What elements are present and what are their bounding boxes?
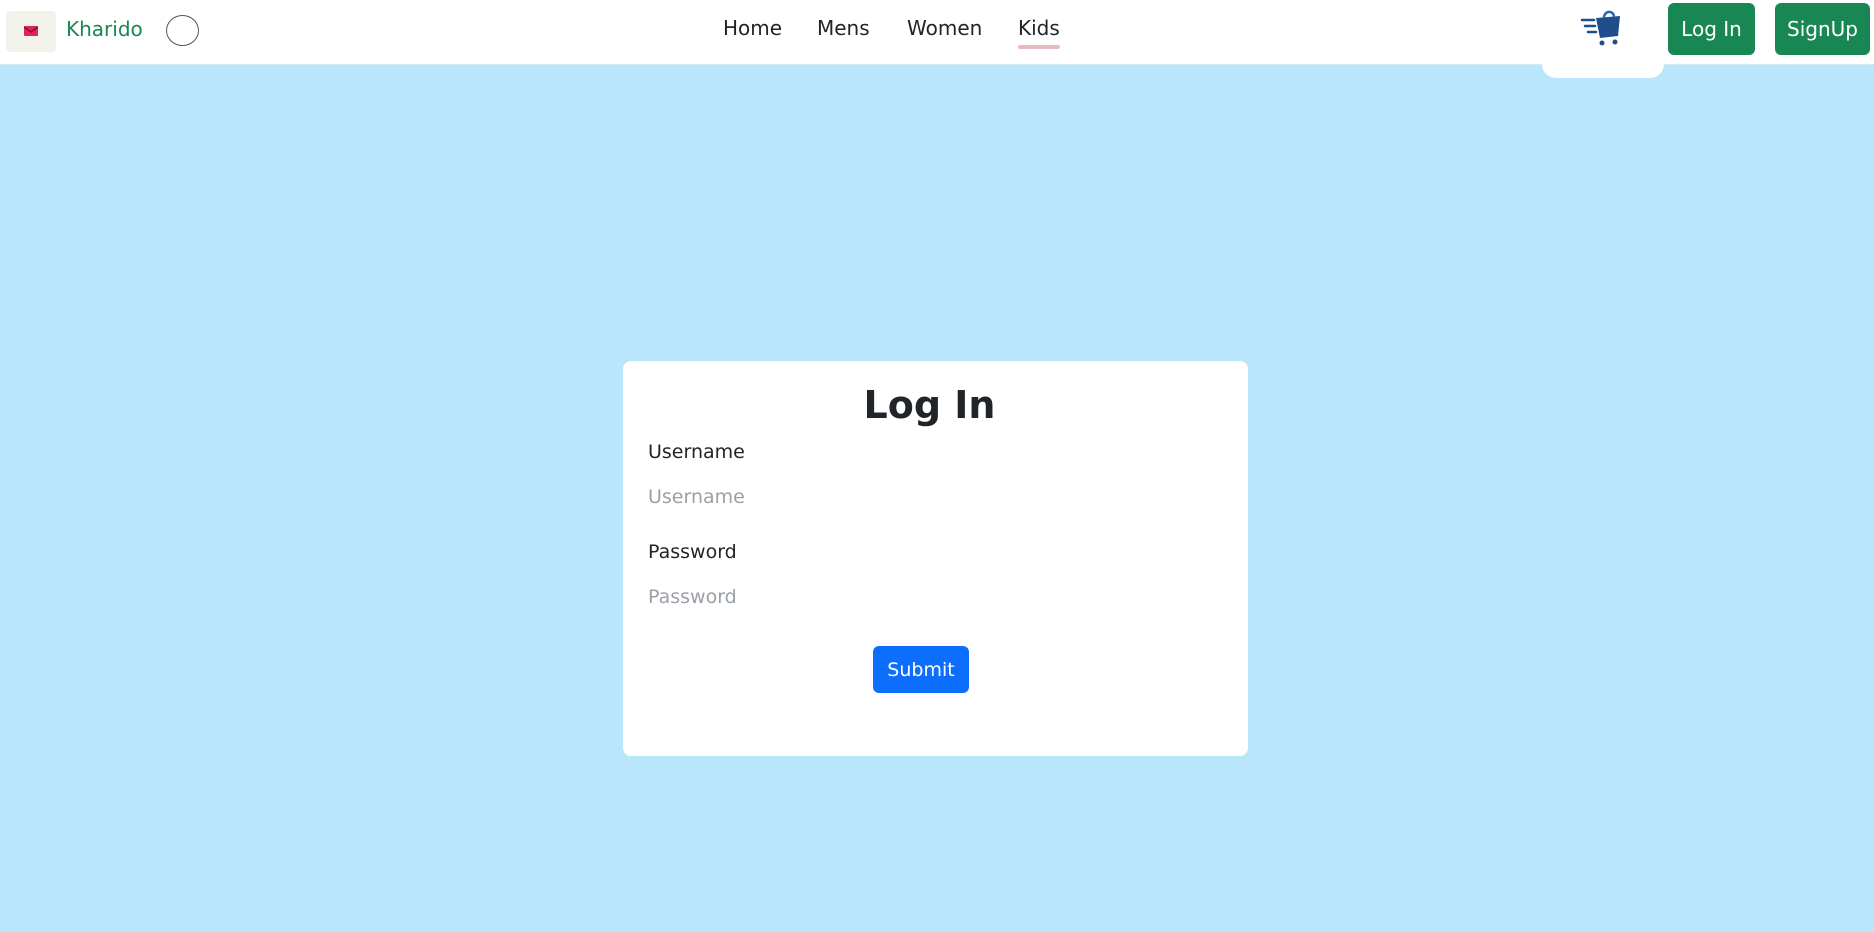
login-button[interactable]: Log In <box>1668 3 1755 55</box>
signup-button[interactable]: SignUp <box>1775 3 1870 55</box>
shopping-cart-icon[interactable] <box>1580 8 1626 52</box>
nav-link-home[interactable]: Home <box>723 16 782 40</box>
username-label: Username <box>648 441 745 463</box>
submit-button[interactable]: Submit <box>873 646 969 693</box>
circle-toggle-icon[interactable] <box>166 15 199 46</box>
nav-link-kids[interactable]: Kids <box>1018 16 1060 49</box>
username-input[interactable] <box>648 480 1223 514</box>
password-input[interactable] <box>648 580 1223 614</box>
brand-logo-icon[interactable] <box>6 11 56 52</box>
password-label: Password <box>648 541 737 563</box>
nav-link-women[interactable]: Women <box>907 16 982 40</box>
brand-name[interactable]: Kharido <box>66 17 143 41</box>
login-card: Log In Username Password Submit <box>623 361 1248 756</box>
envelope-logo-icon <box>24 26 38 36</box>
nav-link-mens[interactable]: Mens <box>817 16 870 40</box>
navbar: Kharido Home Mens Women Kids Log In Sign… <box>0 0 1874 78</box>
page-title: Log In <box>863 383 996 427</box>
